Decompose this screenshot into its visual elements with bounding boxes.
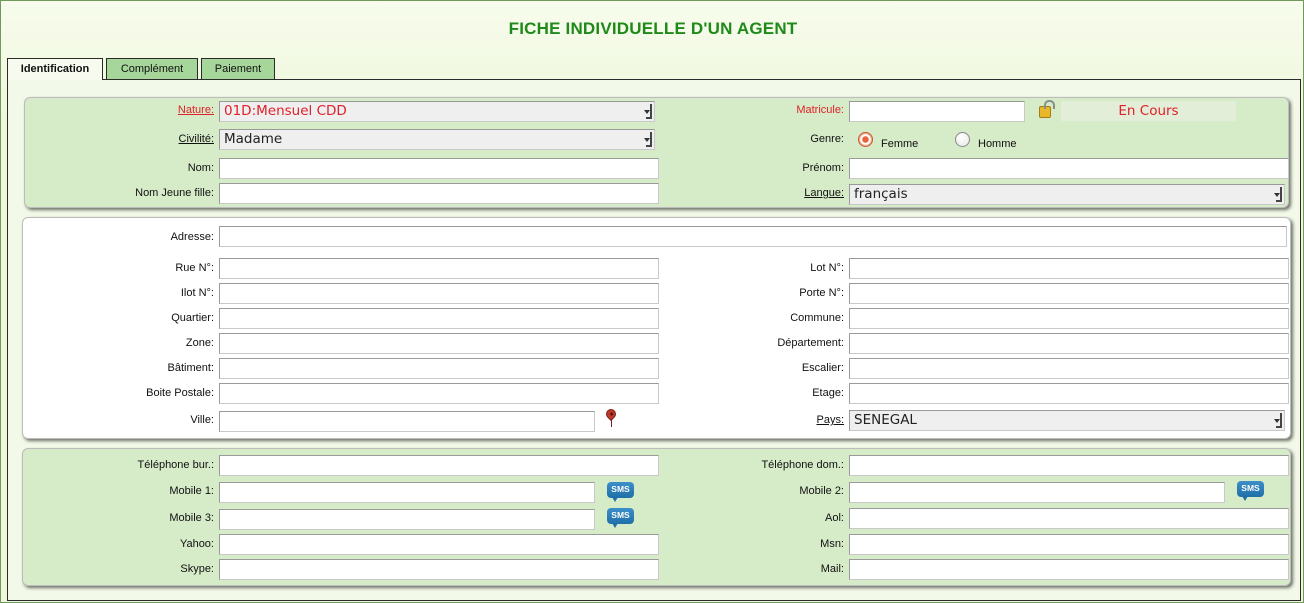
departement-input[interactable] xyxy=(849,333,1289,354)
sms-icon[interactable]: SMS xyxy=(607,508,634,528)
porte-label: Porte N°: xyxy=(799,287,844,299)
genre-radio-femme[interactable] xyxy=(858,132,873,147)
chevron-down-icon xyxy=(644,132,652,147)
mobile2-input[interactable] xyxy=(849,482,1225,503)
mobile3-label: Mobile 3: xyxy=(169,512,214,524)
batiment-input[interactable] xyxy=(219,358,659,379)
rue-input[interactable] xyxy=(219,258,659,279)
mobile2-label: Mobile 2: xyxy=(799,485,844,497)
skype-label: Skype: xyxy=(180,563,214,575)
sms-icon[interactable]: SMS xyxy=(607,482,634,502)
lot-input[interactable] xyxy=(849,258,1289,279)
mobile1-label: Mobile 1: xyxy=(169,485,214,497)
rue-label: Rue N°: xyxy=(175,262,214,274)
chevron-down-icon xyxy=(1274,187,1282,202)
adresse-label: Adresse: xyxy=(170,231,214,243)
civilite-value: Madame xyxy=(224,131,283,147)
tab-paiement[interactable]: Paiement xyxy=(201,58,275,80)
tab-complement[interactable]: Complément xyxy=(106,58,198,80)
civilite-label: Civilité: xyxy=(178,133,214,145)
mail-label: Mail: xyxy=(820,563,844,575)
chevron-down-icon xyxy=(1274,413,1282,428)
nature-value: 01D:Mensuel CDD xyxy=(224,103,347,119)
porte-input[interactable] xyxy=(849,283,1289,304)
zone-input[interactable] xyxy=(219,333,659,354)
msn-label: Msn: xyxy=(820,538,844,550)
lot-label: Lot N°: xyxy=(810,262,844,274)
pays-label: Pays: xyxy=(816,414,844,426)
escalier-input[interactable] xyxy=(849,358,1289,379)
batiment-label: Bâtiment: xyxy=(167,362,214,374)
quartier-input[interactable] xyxy=(219,308,659,329)
yahoo-label: Yahoo: xyxy=(179,538,214,550)
pays-select[interactable]: SENEGAL xyxy=(849,410,1285,431)
ville-label: Ville: xyxy=(190,414,214,426)
unlock-icon[interactable] xyxy=(1039,100,1055,118)
langue-label: Langue: xyxy=(804,187,844,199)
mail-input[interactable] xyxy=(849,559,1289,580)
commune-input[interactable] xyxy=(849,308,1289,329)
genre-option-femme: Femme xyxy=(881,138,919,150)
commune-label: Commune: xyxy=(790,312,844,324)
tel-dom-label: Téléphone dom.: xyxy=(761,459,844,471)
escalier-label: Escalier: xyxy=(801,362,844,374)
nom-label: Nom: xyxy=(187,162,214,174)
etage-label: Etage: xyxy=(812,387,844,399)
matricule-input[interactable] xyxy=(849,101,1025,122)
aol-label: Aol: xyxy=(825,512,844,524)
tel-bur-input[interactable] xyxy=(219,455,659,476)
nom-jeune-fille-input[interactable] xyxy=(219,183,659,204)
map-pin-tail xyxy=(611,419,612,427)
nature-select[interactable]: 01D:Mensuel CDD xyxy=(219,101,655,122)
mobile1-input[interactable] xyxy=(219,482,595,503)
langue-select[interactable]: français xyxy=(849,184,1285,205)
ilot-input[interactable] xyxy=(219,283,659,304)
sms-icon[interactable]: SMS xyxy=(1237,481,1264,501)
nom-jeune-fille-label: Nom Jeune fille: xyxy=(135,187,214,199)
matricule-label: Matricule: xyxy=(796,104,844,116)
mobile3-input[interactable] xyxy=(219,509,595,530)
ville-input[interactable] xyxy=(219,411,595,432)
tab-identification[interactable]: Identification xyxy=(7,58,103,80)
tel-bur-label: Téléphone bur.: xyxy=(137,459,214,471)
boite-postale-input[interactable] xyxy=(219,383,659,404)
adresse-input[interactable] xyxy=(219,226,1287,247)
etage-input[interactable] xyxy=(849,383,1289,404)
nom-input[interactable] xyxy=(219,158,659,179)
nature-label: Nature: xyxy=(177,104,214,116)
pays-value: SENEGAL xyxy=(854,412,917,428)
ilot-label: Ilot N°: xyxy=(180,287,214,299)
prenom-input[interactable] xyxy=(849,158,1289,179)
prenom-label: Prénom: xyxy=(802,162,844,174)
genre-label: Genre: xyxy=(810,133,844,145)
aol-input[interactable] xyxy=(849,508,1289,529)
boite-postale-label: Boite Postale: xyxy=(146,387,214,399)
skype-input[interactable] xyxy=(219,559,659,580)
genre-option-homme: Homme xyxy=(978,138,1017,150)
agent-form-window: FICHE INDIVIDUELLE D'UN AGENT Identifica… xyxy=(0,0,1304,603)
tel-dom-input[interactable] xyxy=(849,455,1289,476)
zone-label: Zone: xyxy=(185,337,214,349)
status-badge: En Cours xyxy=(1061,101,1236,121)
langue-value: français xyxy=(854,186,908,202)
genre-radio-homme[interactable] xyxy=(955,132,970,147)
chevron-down-icon xyxy=(644,104,652,119)
departement-label: Département: xyxy=(777,337,844,349)
msn-input[interactable] xyxy=(849,534,1289,555)
yahoo-input[interactable] xyxy=(219,534,659,555)
civilite-select[interactable]: Madame xyxy=(219,129,655,150)
quartier-label: Quartier: xyxy=(171,312,214,324)
page-title: FICHE INDIVIDUELLE D'UN AGENT xyxy=(508,19,798,38)
